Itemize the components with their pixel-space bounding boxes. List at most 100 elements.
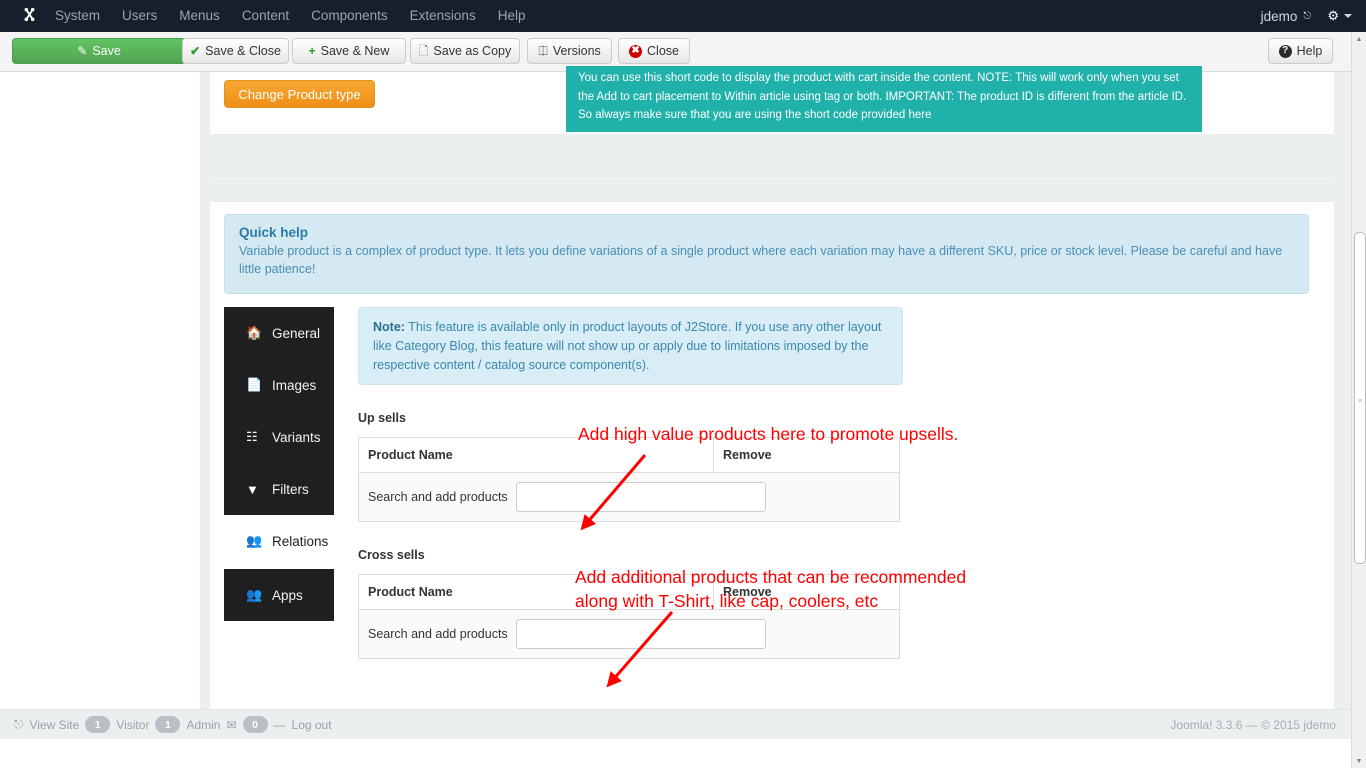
close-button[interactable]: ✖ Close — [618, 38, 690, 64]
save-and-new-label: Save & New — [320, 44, 390, 58]
menu-item-extensions[interactable]: Extensions — [399, 0, 487, 32]
tab-relations[interactable]: 👥 Relations — [210, 515, 334, 567]
users-icon: 👥 — [246, 587, 263, 602]
users-icon: 👥 — [246, 533, 263, 548]
quick-help-text: Variable product is a complex of product… — [239, 244, 1283, 276]
quick-help-box: Quick help Variable product is a complex… — [224, 214, 1309, 294]
status-bar-left: ⎋ View Site 1 Visitor 1 Admin ✉ 0 — Log … — [0, 716, 332, 733]
upsells-search-cell: Search and add products — [358, 472, 900, 522]
pencil-square-icon: ✎ — [77, 44, 88, 58]
tab-filters[interactable]: ▼ Filters — [224, 463, 334, 515]
admin-label: Admin — [186, 717, 221, 732]
tab-apps-label: Apps — [272, 587, 303, 603]
save-and-close-label: Save & Close — [205, 44, 281, 58]
menu-item-components[interactable]: Components — [300, 0, 399, 32]
layout-note-label: Note: — [373, 320, 405, 334]
message-count-badge: 0 — [242, 716, 268, 733]
help-label: Help — [1296, 44, 1323, 58]
crosssells-col-remove: Remove — [713, 574, 900, 610]
upsells-title: Up sells — [358, 411, 406, 425]
external-link-icon[interactable]: ⎋ — [14, 717, 24, 732]
check-icon: ✔ — [190, 44, 201, 58]
scrollbar-grip-icon: ≡ — [1358, 398, 1363, 405]
tab-apps[interactable]: 👥 Apps — [224, 569, 334, 621]
upsells-search-input[interactable] — [515, 482, 766, 512]
change-product-type-button[interactable]: Change Product type — [224, 80, 375, 108]
layout-note-text: This feature is available only in produc… — [373, 320, 882, 372]
status-bar: ⎋ View Site 1 Visitor 1 Admin ✉ 0 — Log … — [0, 709, 1352, 739]
shortcode-note: You can use this short code to display t… — [566, 66, 1202, 132]
versions-button[interactable]: ⎅ Versions — [527, 38, 612, 64]
view-site-link[interactable]: View Site — [30, 718, 80, 732]
crosssells-search-input[interactable] — [515, 619, 766, 649]
scroll-up-button[interactable]: ▲ — [1352, 32, 1366, 46]
crosssells-search-cell: Search and add products — [358, 609, 900, 659]
close-icon: ✖ — [629, 44, 643, 58]
relations-tab-pane: Note: This feature is available only in … — [358, 307, 1298, 659]
product-tab-list: 🏠 General 📄 Images ☷ Variants ▼ Filters — [210, 307, 334, 621]
chevron-down-icon[interactable] — [1344, 14, 1352, 18]
table-row: Search and add products — [358, 609, 900, 659]
layout-note-box: Note: This feature is available only in … — [358, 307, 903, 385]
image-file-icon: 📄 — [246, 377, 263, 392]
save-as-copy-label: Save as Copy — [433, 44, 512, 58]
menu-item-system[interactable]: System — [44, 0, 111, 32]
tab-variants-label: Variants — [272, 429, 321, 445]
versions-label: Versions — [552, 44, 601, 58]
tab-relations-label: Relations — [272, 533, 329, 549]
menu-item-content[interactable]: Content — [231, 0, 300, 32]
app-root: System Users Menus Content Components Ex… — [0, 0, 1366, 768]
tab-variants[interactable]: ☷ Variants — [224, 411, 334, 463]
upsells-col-product: Product Name — [358, 437, 714, 473]
relations-panel: Quick help Variable product is a complex… — [210, 202, 1334, 739]
table-header-row: Product Name Remove — [358, 437, 900, 473]
sitemap-icon: ☷ — [246, 429, 258, 444]
question-mark-icon: ? — [1278, 44, 1292, 58]
table-row: Search and add products — [358, 472, 900, 522]
section-divider — [210, 178, 1334, 179]
content-column: Change Product type You can use this sho… — [200, 66, 1352, 739]
menu-item-menus[interactable]: Menus — [168, 0, 231, 32]
copy-icon: 🗋 — [418, 44, 429, 58]
scrollbar-thumb[interactable]: ≡ — [1354, 232, 1366, 564]
navbar-right: jdemo ⎋ ⚙ — [1261, 0, 1366, 32]
user-name-label[interactable]: jdemo — [1261, 9, 1298, 24]
tab-general[interactable]: 🏠 General — [224, 307, 334, 359]
joomla-logo-icon[interactable] — [14, 6, 44, 26]
save-button[interactable]: ✎ Save — [12, 38, 186, 64]
main-menu: System Users Menus Content Components Ex… — [44, 0, 536, 32]
envelope-icon[interactable]: ✉ — [226, 718, 236, 732]
tab-filters-label: Filters — [272, 481, 309, 497]
upsells-search-label: Search and add products — [368, 490, 508, 504]
top-navbar: System Users Menus Content Components Ex… — [0, 0, 1366, 32]
upsells-col-remove: Remove — [713, 437, 900, 473]
admin-count-badge: 1 — [155, 716, 181, 733]
log-out-link[interactable]: Log out — [292, 718, 332, 732]
copyright-label: Joomla! 3.3.6 — © 2015 jdemo — [1170, 717, 1336, 732]
crosssells-col-product: Product Name — [358, 574, 714, 610]
tab-images-label: Images — [272, 377, 317, 393]
menu-item-users[interactable]: Users — [111, 0, 168, 32]
scroll-down-button[interactable]: ▼ — [1352, 754, 1366, 768]
menu-item-help[interactable]: Help — [487, 0, 537, 32]
external-link-icon[interactable]: ⎋ — [1303, 11, 1311, 22]
save-button-label: Save — [92, 44, 121, 58]
save-as-copy-button[interactable]: 🗋 Save as Copy — [410, 38, 520, 64]
save-and-new-button[interactable]: + Save & New — [292, 38, 406, 64]
filter-icon: ▼ — [246, 481, 259, 497]
help-button[interactable]: ? Help — [1268, 38, 1333, 64]
upsells-table: Product Name Remove Search and add produ… — [358, 437, 900, 522]
crosssells-table: Product Name Remove Search and add produ… — [358, 574, 900, 659]
home-icon: 🏠 — [246, 325, 263, 340]
plus-icon: + — [308, 44, 316, 58]
page-scrollbar[interactable]: ▲ ≡ ▼ — [1351, 32, 1366, 768]
crosssells-search-label: Search and add products — [368, 627, 508, 641]
tab-images[interactable]: 📄 Images — [224, 359, 334, 411]
gear-icon[interactable]: ⚙ — [1327, 8, 1339, 24]
table-header-row: Product Name Remove — [358, 574, 900, 610]
dash-separator: — — [273, 717, 286, 732]
save-and-close-button[interactable]: ✔ Save & Close — [182, 38, 289, 64]
crosssells-title: Cross sells — [358, 548, 425, 562]
visitor-label: Visitor — [116, 717, 150, 732]
page-body: Change Product type You can use this sho… — [0, 66, 1352, 739]
